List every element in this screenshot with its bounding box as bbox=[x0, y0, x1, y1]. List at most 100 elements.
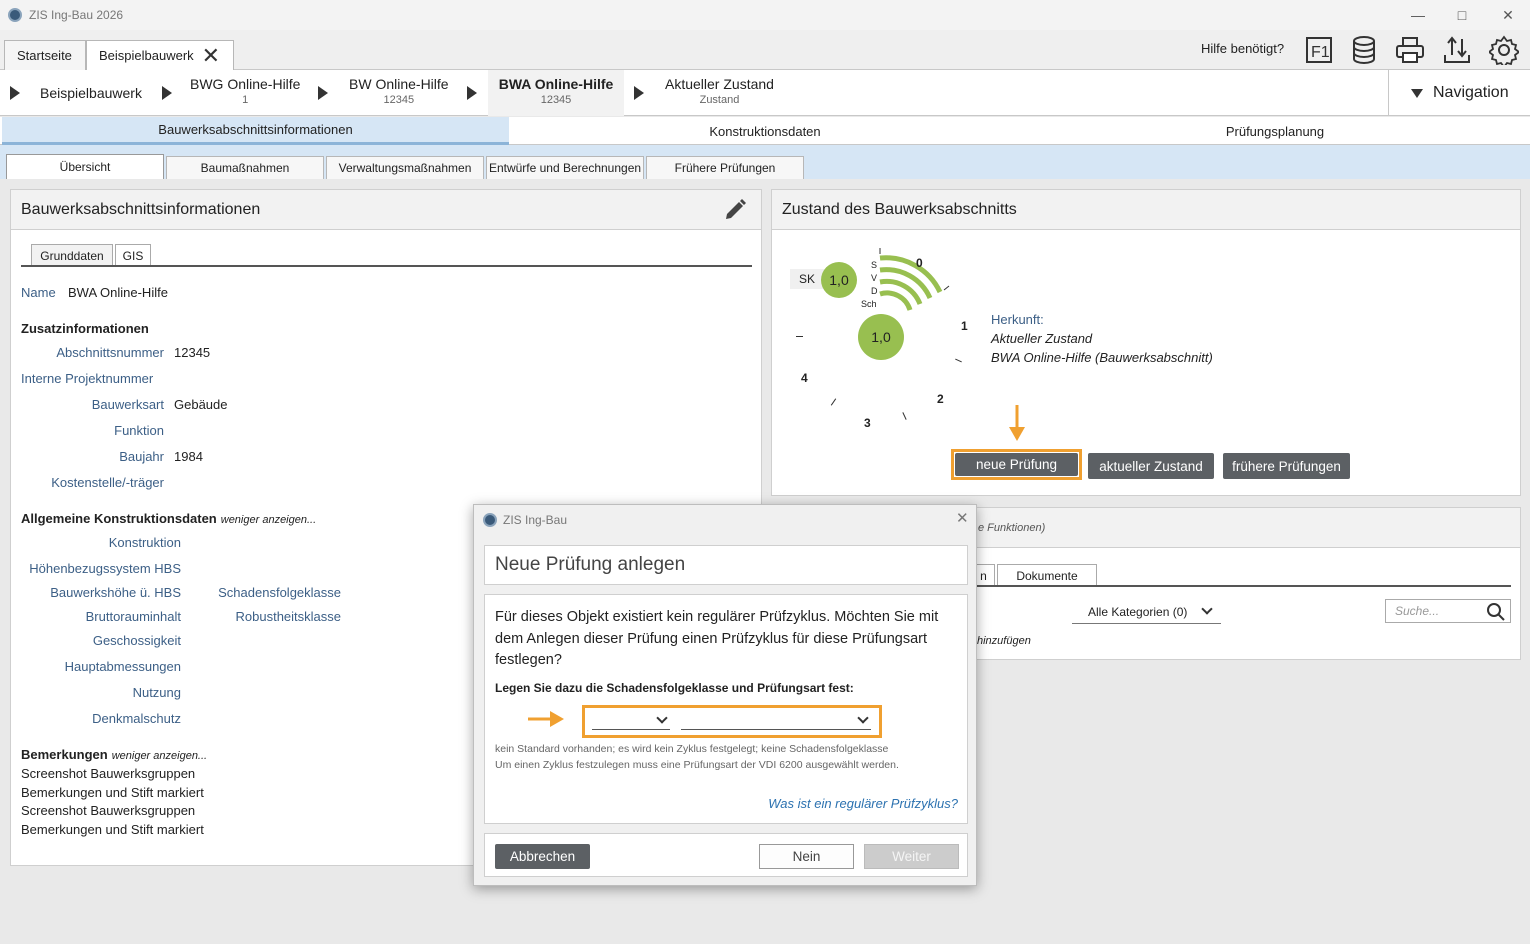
name-value: BWA Online-Hilfe bbox=[68, 285, 168, 300]
triangle-down-icon bbox=[1411, 88, 1423, 98]
gauge-tick bbox=[902, 412, 907, 420]
tab-konstruktionsdaten[interactable]: Konstruktionsdaten bbox=[510, 117, 1020, 145]
tab-label: Konstruktionsdaten bbox=[709, 123, 821, 139]
subtab-uebersicht[interactable]: Übersicht bbox=[6, 154, 164, 179]
breadcrumb-item-zustand[interactable]: Aktueller Zustand Zustand bbox=[665, 76, 774, 106]
dialog-titlebar: ZIS Ing-Bau bbox=[474, 505, 976, 535]
nein-button[interactable]: Nein bbox=[759, 844, 854, 869]
subtab-verwaltungsmassnahmen[interactable]: Verwaltungsmaßnahmen bbox=[326, 156, 484, 179]
help-link[interactable]: Was ist ein regulärer Prüfzyklus? bbox=[768, 796, 958, 811]
app-logo-icon bbox=[8, 8, 22, 22]
gauge-number: 4 bbox=[801, 371, 808, 385]
database-icon[interactable] bbox=[1348, 33, 1382, 67]
tab-label: Bauwerksabschnittsinformationen bbox=[158, 122, 353, 137]
subtab-baumassnahmen[interactable]: Baumaßnahmen bbox=[166, 156, 324, 179]
herkunft-line2: BWA Online-Hilfe (Bauwerksabschnitt) bbox=[991, 350, 1213, 365]
dialog-question: Für dieses Objekt existiert kein regulär… bbox=[495, 609, 939, 668]
pencil-icon[interactable] bbox=[723, 198, 747, 225]
dialog-close-icon[interactable]: ✕ bbox=[956, 509, 969, 527]
weiter-button[interactable]: Weiter bbox=[864, 844, 959, 869]
category-select[interactable]: Alle Kategorien (0) bbox=[1072, 600, 1221, 624]
fruehere-pruefungen-button[interactable]: frühere Prüfungen bbox=[1223, 453, 1350, 479]
subtab-entwuerfe[interactable]: Entwürfe und Berechnungen bbox=[486, 156, 644, 179]
breadcrumb-label: BW Online-Hilfe bbox=[349, 76, 449, 92]
schadensfolgeklasse-select[interactable] bbox=[592, 710, 670, 730]
breadcrumb-label: BWG Online-Hilfe bbox=[190, 76, 301, 92]
export-icon[interactable] bbox=[1440, 33, 1474, 67]
section-title: Bemerkungen bbox=[21, 747, 108, 762]
bauwerkshoehe-label: Bauwerkshöhe ü. HBS bbox=[50, 585, 181, 600]
svd-label-s: S bbox=[871, 260, 878, 270]
geschossigkeit-label: Geschossigkeit bbox=[92, 633, 181, 648]
minimize-icon[interactable]: — bbox=[1404, 4, 1432, 26]
tab-gis[interactable]: GIS bbox=[115, 244, 151, 266]
tab-grunddaten[interactable]: Grunddaten bbox=[31, 244, 113, 266]
doc-tab-startseite[interactable]: Startseite bbox=[4, 40, 86, 70]
close-tab-icon[interactable]: ✕ bbox=[202, 44, 220, 67]
tab-label: Baumaßnahmen bbox=[200, 161, 290, 175]
breadcrumb-arrow-icon bbox=[10, 86, 20, 100]
breadcrumb-label: Aktueller Zustand bbox=[665, 76, 774, 92]
pruefungsart-select[interactable] bbox=[681, 710, 871, 730]
panel-title: Zustand des Bauwerksabschnitts bbox=[782, 200, 1017, 218]
subtab-fruehere-pruefungen[interactable]: Frühere Prüfungen bbox=[646, 156, 804, 179]
tab-dokumente[interactable]: Dokumente bbox=[997, 564, 1097, 586]
tab-label: Verwaltungsmaßnahmen bbox=[338, 161, 472, 175]
tab-underline bbox=[972, 585, 1511, 587]
chevron-down-icon bbox=[857, 712, 869, 724]
herkunft-line1: Aktueller Zustand bbox=[991, 331, 1093, 346]
app-logo-icon bbox=[483, 513, 497, 527]
gauge-tick bbox=[796, 336, 803, 337]
chevron-down-icon bbox=[1201, 603, 1213, 615]
dialog-heading: Neue Prüfung anlegen bbox=[484, 545, 968, 585]
breadcrumb-item-bwg[interactable]: BWG Online-Hilfe 1 bbox=[190, 76, 300, 106]
bemerkung-line: Screenshot Bauwerksgruppen bbox=[21, 766, 196, 781]
doc-tab-beispielbauwerk[interactable]: Beispielbauwerk ✕ bbox=[86, 40, 234, 70]
breadcrumb-arrow-icon bbox=[467, 86, 477, 100]
breadcrumb-label: Beispielbauwerk bbox=[40, 85, 142, 101]
toggle-link[interactable]: weniger anzeigen... bbox=[221, 514, 316, 526]
abbrechen-button[interactable]: Abbrechen bbox=[495, 844, 590, 869]
breadcrumb-item-beispielbauwerk[interactable]: Beispielbauwerk bbox=[40, 85, 142, 101]
breadcrumb-item-bw[interactable]: BW Online-Hilfe 12345 bbox=[349, 76, 449, 106]
tab-label: Übersicht bbox=[59, 160, 111, 174]
tab-bauwerksabschnittsinformationen[interactable]: Bauwerksabschnittsinformationen bbox=[2, 117, 509, 145]
arrow-down-icon bbox=[1009, 405, 1025, 441]
search-icon[interactable] bbox=[1486, 602, 1506, 622]
bruttorauminhalt-label: Bruttorauminhalt bbox=[85, 609, 181, 624]
search-input[interactable]: Suche... bbox=[1385, 599, 1511, 623]
projektnummer-label: Interne Projektnummer bbox=[21, 371, 154, 386]
gauge-number: 0 bbox=[916, 256, 923, 270]
chevron-down-icon bbox=[656, 712, 668, 724]
tab-label: Frühere Prüfungen bbox=[674, 161, 776, 175]
tab-label: n bbox=[980, 568, 987, 583]
neue-pruefung-button[interactable]: neue Prüfung bbox=[955, 453, 1078, 476]
breadcrumb-item-bwa[interactable]: BWA Online-Hilfe 12345 bbox=[488, 70, 624, 116]
bemerkung-line: Bemerkungen und Stift markiert bbox=[21, 822, 204, 837]
document-tab-bar: Startseite Beispielbauwerk ✕ Hilfe benöt… bbox=[0, 30, 1530, 70]
breadcrumb-sub: 12345 bbox=[540, 94, 572, 106]
tab-pruefungsplanung[interactable]: Prüfungsplanung bbox=[1020, 117, 1530, 145]
toggle-link[interactable]: weniger anzeigen... bbox=[112, 750, 207, 762]
svd-label-sch: Sch bbox=[861, 299, 877, 309]
maximize-icon[interactable]: □ bbox=[1448, 4, 1476, 26]
window-title: ZIS Ing-Bau 2026 bbox=[29, 8, 124, 22]
abschnittsnummer-value: 12345 bbox=[174, 345, 211, 360]
info-panel-header: Bauwerksabschnittsinformationen bbox=[11, 190, 761, 230]
navigation-button[interactable]: Navigation bbox=[1388, 70, 1530, 116]
add-link-fragment[interactable]: hinzufügen bbox=[977, 635, 1031, 647]
tab-label: Prüfungsplanung bbox=[1225, 123, 1325, 139]
close-window-icon[interactable]: ✕ bbox=[1494, 4, 1522, 26]
dialog-window-title: ZIS Ing-Bau bbox=[503, 513, 568, 527]
print-icon[interactable] bbox=[1393, 33, 1427, 67]
zusatz-title: Zusatzinformationen bbox=[21, 321, 149, 336]
f1-help-icon[interactable]: F1 bbox=[1302, 33, 1336, 67]
bemerkung-line: Screenshot Bauwerksgruppen bbox=[21, 803, 196, 818]
gauge-number: 2 bbox=[937, 392, 944, 406]
settings-icon[interactable] bbox=[1487, 33, 1521, 67]
aktueller-zustand-button[interactable]: aktueller Zustand bbox=[1088, 453, 1214, 479]
title-bar: ZIS Ing-Bau 2026 — □ ✕ bbox=[0, 0, 1530, 30]
svd-label-v: V bbox=[871, 273, 878, 283]
robustheitsklasse-label: Robustheitsklasse bbox=[235, 609, 342, 624]
breadcrumb-arrow-icon bbox=[162, 86, 172, 100]
